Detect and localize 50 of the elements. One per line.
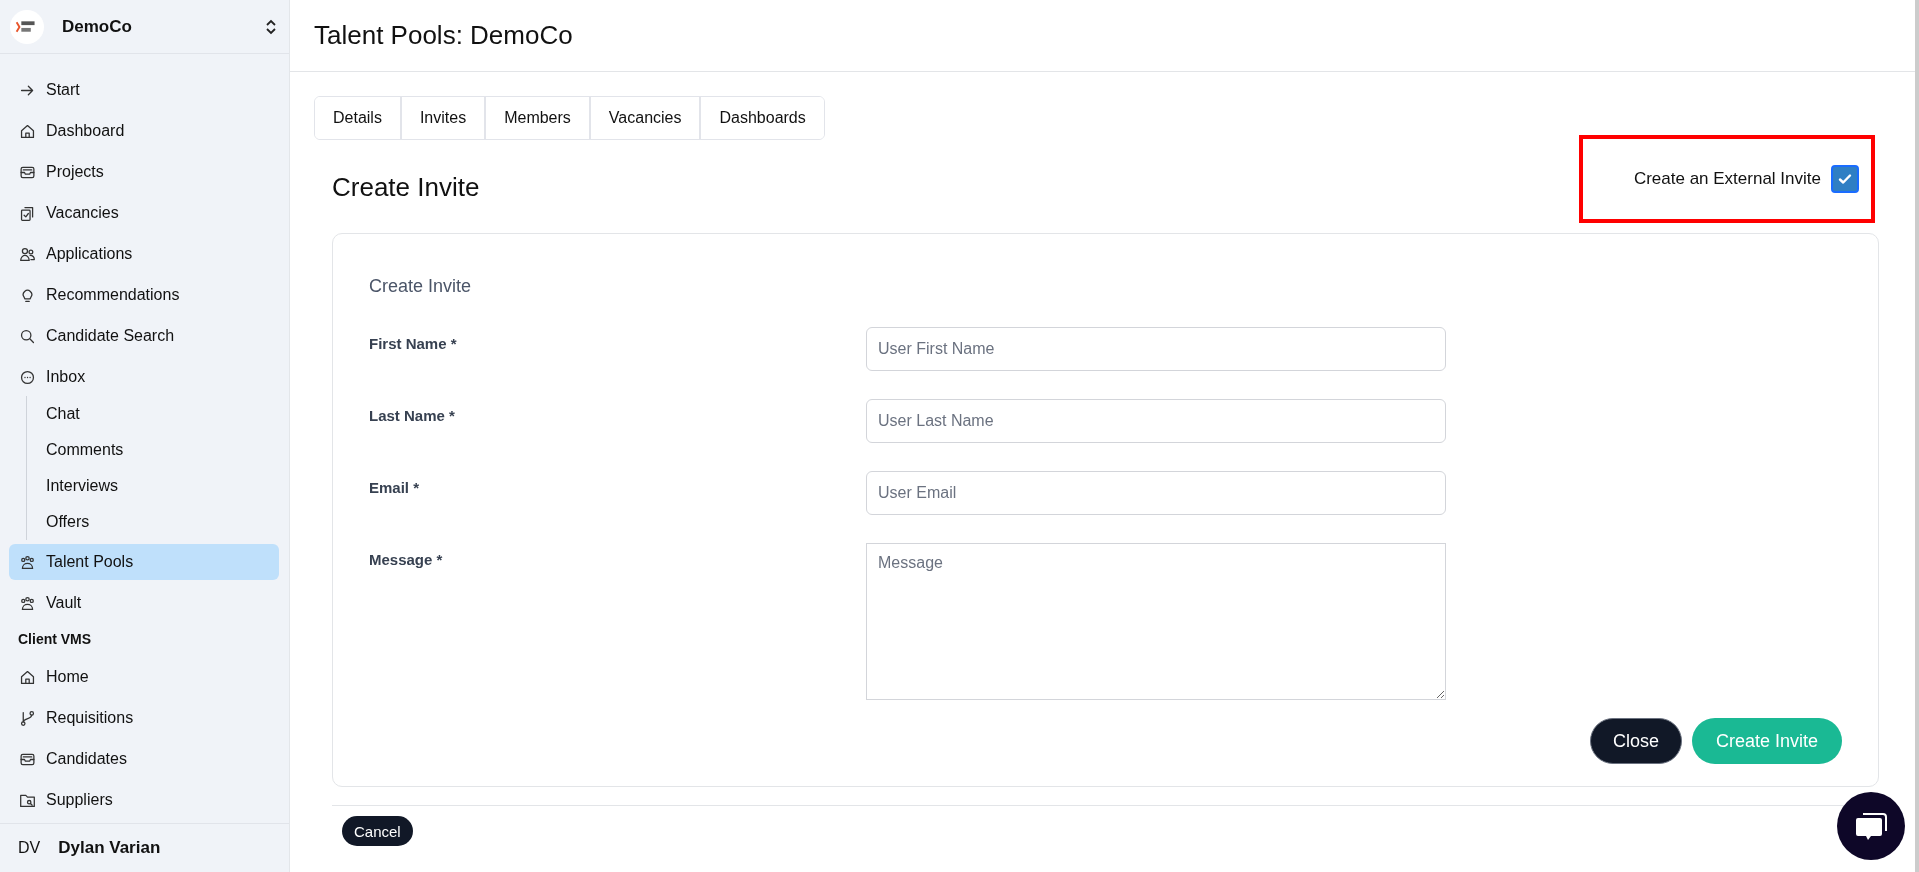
field-label: Email * (369, 478, 421, 498)
sidebar-item[interactable]: Applications (9, 236, 279, 273)
field-label: Last Name * (369, 406, 456, 426)
house-icon (19, 668, 36, 686)
message-field[interactable]: Message (866, 543, 1446, 700)
checkbox[interactable] (1831, 165, 1859, 193)
user-name[interactable]: Dylan Varian (58, 838, 161, 859)
users-icon (19, 245, 36, 263)
sidebar-item[interactable]: Projects (9, 154, 279, 191)
clipboard-icon (19, 204, 36, 222)
branch-icon (19, 709, 36, 727)
sidebar-item[interactable]: Candidates (9, 741, 279, 778)
sidebar-subitem[interactable]: Comments (27, 432, 279, 469)
logo-icon (10, 9, 44, 44)
group-icon (19, 594, 36, 612)
house-icon (19, 122, 36, 140)
sidebar-item[interactable]: Vacancies (9, 195, 279, 232)
sidebar-item[interactable]: Suppliers (9, 782, 279, 819)
checkbox-label: Create an External Invite (1633, 169, 1821, 189)
sidebar-item[interactable]: Inbox (9, 359, 279, 396)
sidebar-subitem[interactable]: Interviews (27, 468, 279, 505)
search-icon (19, 327, 36, 345)
section-title: Create Invite (332, 171, 480, 203)
card-title: Create Invite (369, 276, 473, 297)
user-initials: DV (18, 839, 41, 858)
sidebar-item[interactable]: Candidate Search (9, 318, 279, 355)
group-icon (19, 553, 36, 571)
sidebar-item[interactable]: Dashboard (9, 113, 279, 150)
sidebar-item[interactable]: Talent Pools (9, 544, 279, 581)
input-field[interactable]: User Last Name (866, 399, 1446, 443)
checkmark-icon (1837, 171, 1853, 187)
page-title: Talent Pools: DemoCo (314, 20, 573, 51)
sidebar-item[interactable]: Recommendations (9, 277, 279, 314)
input-field[interactable]: User Email (866, 471, 1446, 515)
field-label: First Name * (369, 334, 458, 354)
cancel-button[interactable]: Cancel (342, 816, 413, 846)
sidebar-item[interactable]: Vault (9, 585, 279, 622)
close-button[interactable]: Close (1589, 718, 1682, 764)
section-heading: Client VMS (17, 630, 93, 650)
sidebar-subitem[interactable]: Chat (27, 396, 279, 433)
tab[interactable]: Details (315, 97, 402, 139)
field-label: Message * (369, 550, 444, 570)
sidebar-item[interactable]: Start (9, 72, 279, 109)
sidebar-item[interactable]: Home (9, 659, 279, 696)
org-name: DemoCo (62, 16, 133, 37)
speech-bubble-icon (19, 368, 36, 386)
sidebar-item[interactable]: Requisitions (9, 700, 279, 737)
sidebar-subitem[interactable]: Offers (27, 504, 279, 541)
chevron-up-down-icon[interactable] (265, 17, 277, 36)
input-field[interactable]: User First Name (866, 327, 1446, 371)
